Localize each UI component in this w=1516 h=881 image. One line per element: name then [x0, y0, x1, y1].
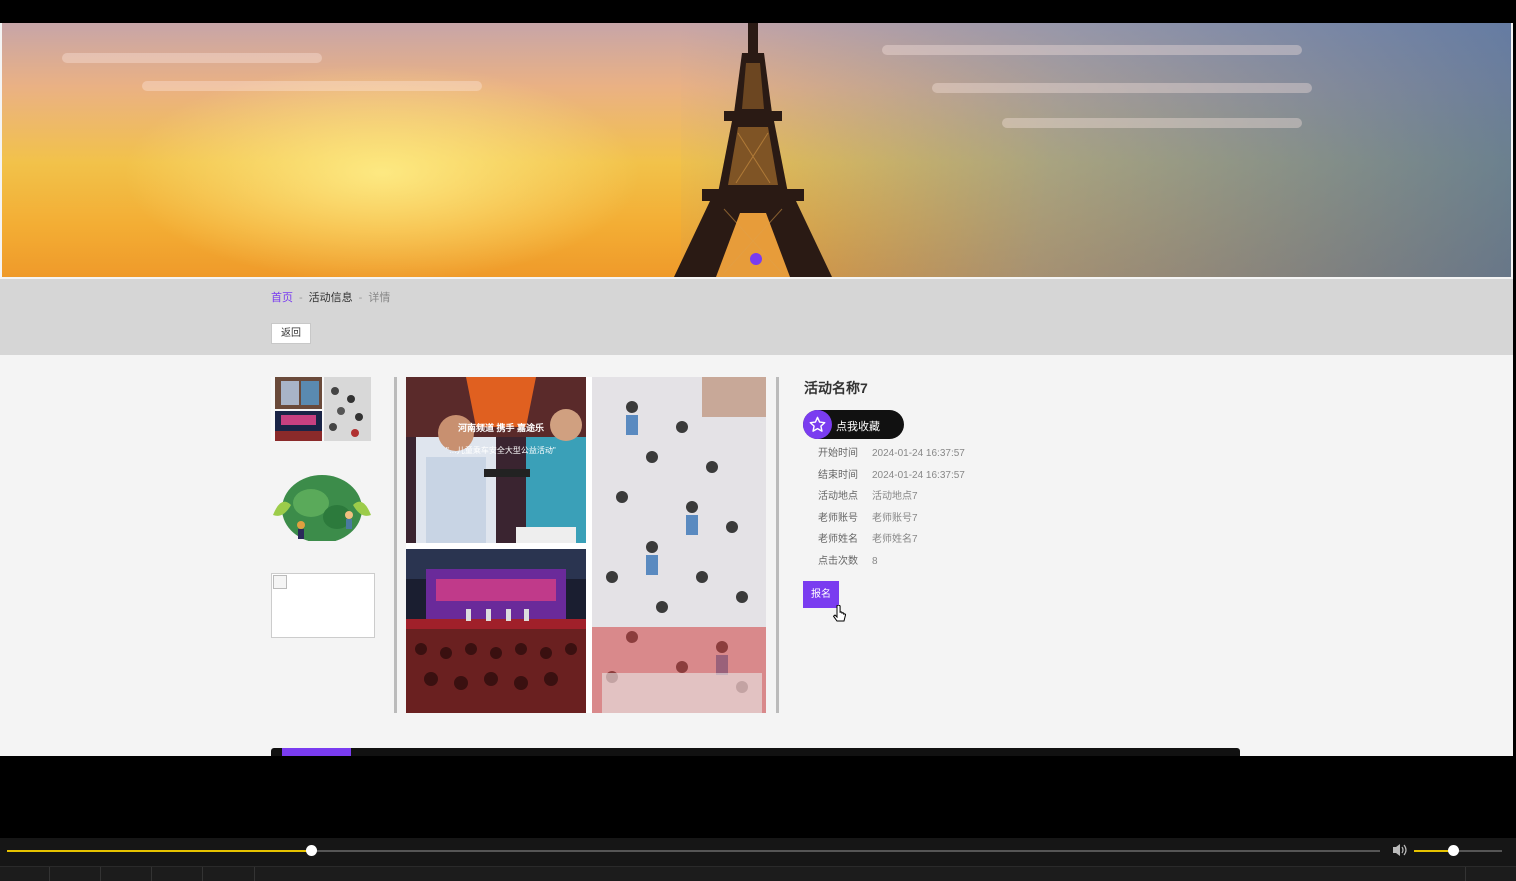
- star-icon: [803, 410, 832, 439]
- gallery-divider-left: [394, 377, 397, 713]
- thumbnail-2[interactable]: [271, 475, 373, 541]
- breadcrumb-separator: -: [358, 292, 363, 304]
- info-key: 老师姓名: [818, 534, 858, 545]
- info-row-click-count: 点击次数 8: [818, 555, 965, 577]
- breadcrumb: 首页 - 活动信息 - 详情: [271, 289, 390, 305]
- favorite-button[interactable]: 点我收藏: [803, 410, 904, 439]
- info-value: 老师账号7: [872, 512, 918, 524]
- hero-banner: [2, 23, 1511, 277]
- info-value: 活动地点7: [872, 491, 918, 502]
- info-value: 2024-01-24 16:37:57: [872, 448, 965, 459]
- breadcrumb-current: 详情: [368, 292, 391, 304]
- info-key: 老师账号: [818, 512, 858, 524]
- cursor-icon: [833, 605, 847, 622]
- breadcrumb-separator: -: [299, 292, 303, 304]
- breadcrumb-section-link[interactable]: 活动信息: [309, 292, 353, 304]
- volume-handle[interactable]: [1448, 845, 1459, 856]
- favorite-label: 点我收藏: [836, 421, 880, 433]
- info-row-teacher-name: 老师姓名 老师姓名7: [818, 533, 965, 555]
- footer-bar: [271, 748, 1240, 756]
- player-button-row: [0, 866, 1516, 881]
- eiffel-tower-image: [674, 23, 832, 277]
- volume-icon[interactable]: [1392, 843, 1408, 857]
- info-key: 结束时间: [818, 469, 858, 481]
- player-button[interactable]: [101, 867, 152, 881]
- info-row-location: 活动地点 活动地点7: [818, 490, 965, 512]
- photo-caption-line1: 河南频道 携手 嘉途乐: [458, 423, 545, 433]
- seek-handle[interactable]: [306, 845, 317, 856]
- carousel-dot-active[interactable]: [750, 253, 762, 265]
- info-value: 8: [872, 555, 878, 567]
- breadcrumb-bar: [0, 279, 1513, 355]
- footer-accent: [282, 748, 351, 756]
- photo-caption-line2: "…儿童乘车安全大型公益活动": [446, 446, 556, 455]
- broken-image-icon: [273, 575, 287, 589]
- back-button[interactable]: 返回: [271, 323, 311, 344]
- info-key: 活动地点: [818, 491, 858, 502]
- signup-button[interactable]: 报名: [803, 581, 839, 608]
- player-button[interactable]: [0, 867, 50, 881]
- player-button[interactable]: [203, 867, 255, 881]
- activity-title: 活动名称7: [804, 380, 868, 396]
- info-row-end-time: 结束时间 2024-01-24 16:37:57: [818, 469, 965, 491]
- info-row-start-time: 开始时间 2024-01-24 16:37:57: [818, 447, 965, 469]
- activity-info: 开始时间 2024-01-24 16:37:57 结束时间 2024-01-24 1…: [818, 447, 965, 576]
- breadcrumb-home-link[interactable]: 首页: [271, 292, 293, 304]
- browser-viewport: 首页 - 活动信息 - 详情 返回 河南频道 携手 嘉途乐 "…儿童乘车安全大型…: [0, 23, 1513, 756]
- thumbnail-1[interactable]: [271, 377, 371, 441]
- player-button[interactable]: [1465, 867, 1516, 881]
- player-button[interactable]: [152, 867, 203, 881]
- info-value: 老师姓名7: [872, 534, 918, 545]
- gallery-divider-right: [776, 377, 779, 713]
- info-value: 2024-01-24 16:37:57: [872, 469, 965, 481]
- seek-progress: [7, 850, 312, 852]
- player-button[interactable]: [50, 867, 101, 881]
- thumbnail-3-broken-image[interactable]: [271, 573, 375, 638]
- main-activity-photo[interactable]: 河南频道 携手 嘉途乐 "…儿童乘车安全大型公益活动": [406, 377, 766, 713]
- info-key: 开始时间: [818, 448, 858, 459]
- info-key: 点击次数: [818, 555, 858, 567]
- info-row-teacher-account: 老师账号 老师账号7: [818, 512, 965, 534]
